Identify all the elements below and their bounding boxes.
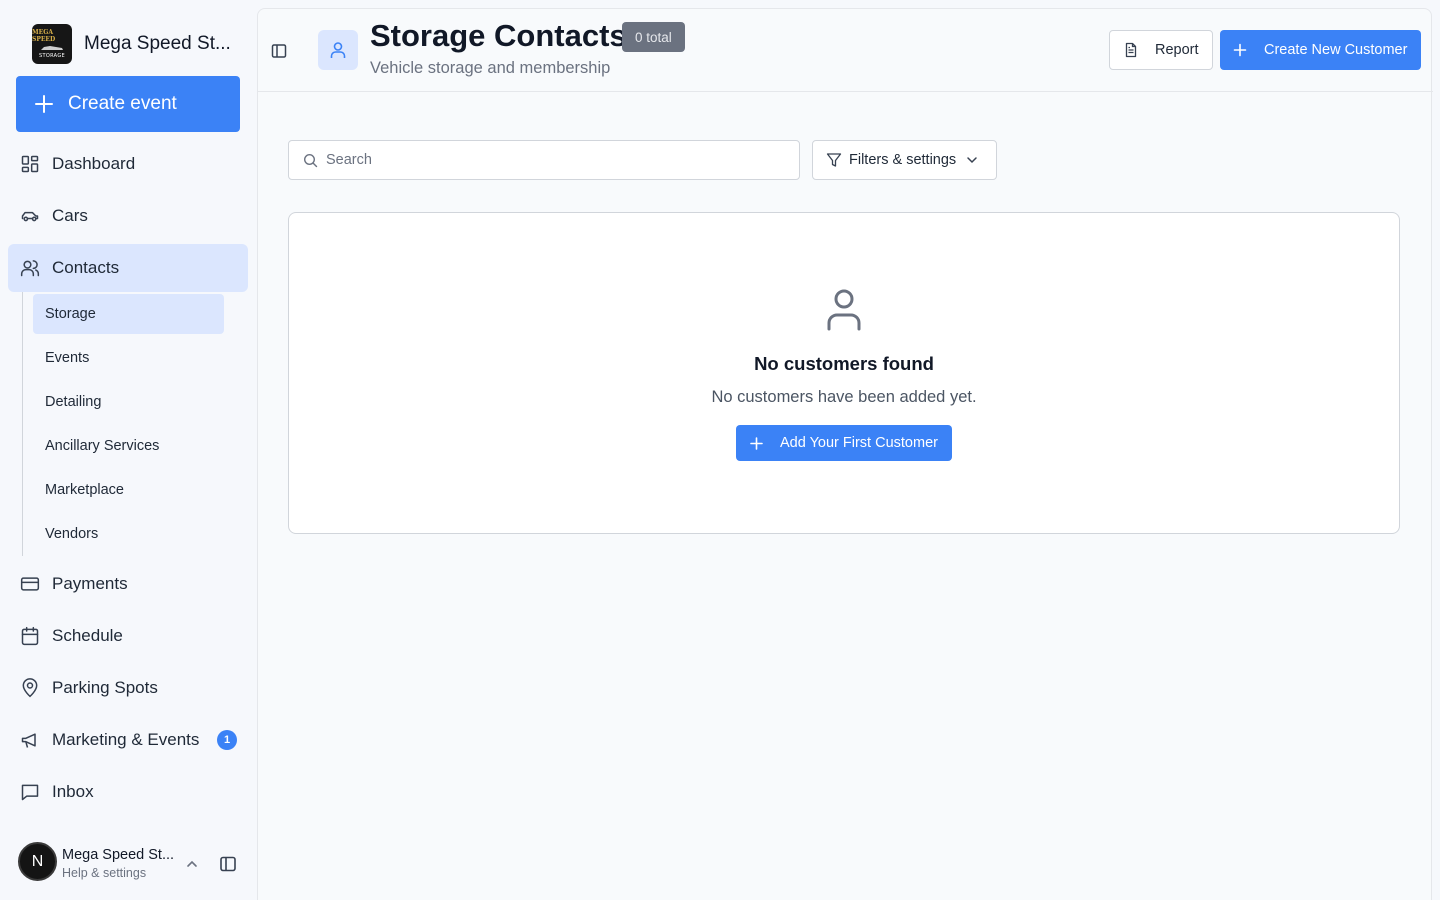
filters-settings-label: Filters & settings [849,152,957,168]
empty-state-card: No customers found No customers have bee… [288,212,1400,534]
subnav-item-marketplace[interactable]: Marketplace [33,470,224,510]
filter-icon [826,153,842,167]
nav-item-cars[interactable]: Cars [8,192,248,240]
nav-label-cars: Cars [52,206,88,225]
message-square-icon [21,784,39,801]
page-header: Storage Contacts 0 total Vehicle storage… [258,9,1433,92]
total-count-badge: 0 total [622,22,685,52]
page-subtitle: Vehicle storage and membership [370,59,611,77]
nav-item-inbox[interactable]: Inbox [8,768,248,816]
sidebar-collapse-icon[interactable] [219,855,237,873]
nav-item-parking-spots[interactable]: Parking Spots [8,664,248,712]
brand-logo: MEGA SPEED STORAGE [32,24,72,64]
users-icon [20,260,40,277]
nav-item-marketing-events[interactable]: Marketing & Events 1 [8,716,248,764]
avatar: N [18,842,57,881]
user-placeholder-icon [827,289,861,331]
search-icon [303,153,318,167]
chevron-down-icon [967,157,977,164]
nav-item-payments[interactable]: Payments [8,560,248,608]
account-subtitle: Help & settings [62,866,147,880]
megaphone-icon [21,733,36,748]
subnav-item-storage[interactable]: Storage [33,294,224,334]
plus-icon [35,95,53,113]
dashboard-grid-icon [21,155,39,173]
user-icon [330,42,346,58]
nav-item-dashboard[interactable]: Dashboard [8,140,248,188]
add-first-customer-label: Add Your First Customer [780,435,938,451]
plus-icon [750,436,763,450]
empty-state-description: No customers have been added yet. [711,388,977,406]
empty-state-title: No customers found [754,353,934,374]
filters-settings-button[interactable]: Filters & settings [812,140,997,180]
credit-card-icon [20,577,40,591]
create-new-customer-label: Create New Customer [1264,42,1408,58]
nav-label-inbox: Inbox [52,782,94,801]
brand-logo-line1: MEGA SPEED [32,29,56,43]
create-new-customer-button[interactable]: Create New Customer [1220,30,1421,70]
nav-label-dashboard: Dashboard [52,154,136,173]
subnav-item-vendors[interactable]: Vendors [33,514,224,554]
page-title: Storage Contacts [370,18,627,53]
account-menu[interactable]: N Mega Speed St... Help & settings [0,836,256,892]
report-label: Report [1155,42,1199,58]
brand-name: Mega Speed St... [84,33,231,54]
nav-label-marketing-events: Marketing & Events [52,730,200,749]
brand-logo-line2: STORAGE [39,53,65,59]
notification-badge: 1 [217,730,237,750]
chevron-up-icon [187,860,197,867]
add-first-customer-button[interactable]: Add Your First Customer [736,425,952,461]
create-event-label: Create event [68,93,177,114]
main-content: Storage Contacts 0 total Vehicle storage… [257,8,1433,900]
subnav-item-events[interactable]: Events [33,338,224,378]
car-icon [21,211,39,222]
search-input[interactable] [326,152,786,168]
nav-label-contacts: Contacts [52,258,120,277]
search-box[interactable] [288,140,800,180]
nav-label-schedule: Schedule [52,626,123,645]
plus-icon [1233,43,1247,57]
file-text-icon [1125,42,1137,58]
subnav-item-ancillary-services[interactable]: Ancillary Services [33,426,224,466]
create-event-button[interactable]: Create event [16,76,240,132]
report-button[interactable]: Report [1109,30,1213,70]
panel-toggle-icon[interactable] [271,43,287,59]
contacts-title-icon [318,30,358,70]
nav-label-payments: Payments [52,574,128,593]
subnav-item-detailing[interactable]: Detailing [33,382,224,422]
nav-label-parking-spots: Parking Spots [52,678,158,697]
brand[interactable]: MEGA SPEED STORAGE Mega Speed St... [32,24,231,64]
nav-item-contacts[interactable]: Contacts [8,244,248,292]
nav-item-schedule[interactable]: Schedule [8,612,248,660]
car-silhouette-icon [41,46,63,50]
subnav-divider [22,292,23,556]
map-pin-icon [22,678,38,698]
calendar-icon [21,626,39,646]
account-name: Mega Speed St... [62,847,175,863]
sidebar: MEGA SPEED STORAGE Mega Speed St... Crea… [0,0,256,900]
